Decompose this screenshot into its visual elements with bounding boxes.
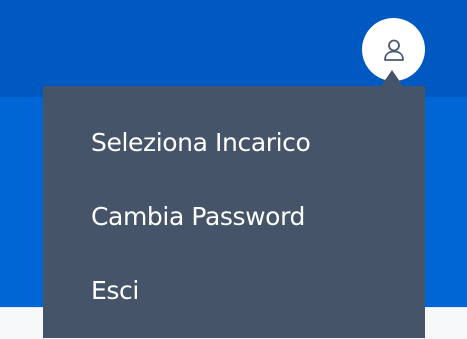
dropdown-caret xyxy=(381,70,403,86)
menu-item-cambia-password[interactable]: Cambia Password xyxy=(43,188,425,244)
user-icon xyxy=(383,38,405,62)
menu-item-esci[interactable]: Esci xyxy=(43,262,425,318)
menu-item-seleziona-incarico[interactable]: Seleziona Incarico xyxy=(43,114,425,170)
user-dropdown-menu: Seleziona Incarico Cambia Password Esci xyxy=(43,86,425,338)
